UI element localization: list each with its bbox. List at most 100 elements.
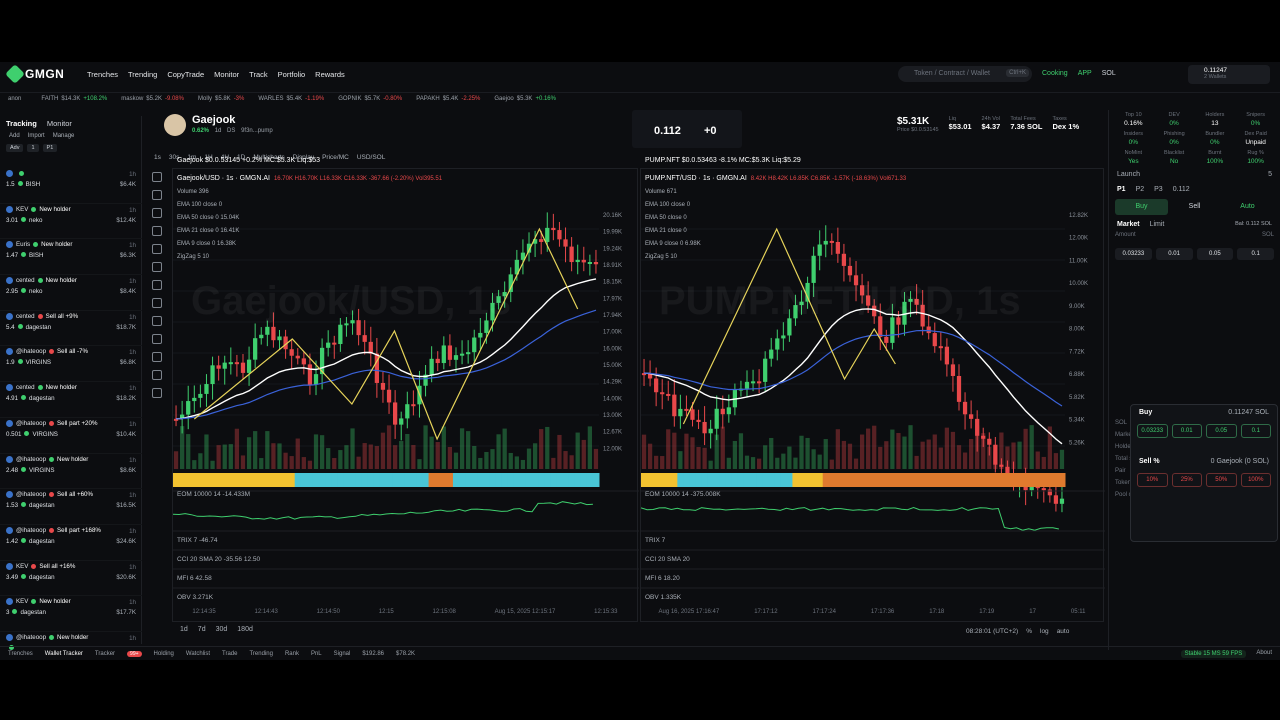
chain-selector[interactable]: SOL <box>1102 70 1116 77</box>
smile-icon[interactable] <box>152 280 162 290</box>
search-input[interactable]: Token / Contract / Wallet Ctrl+K <box>898 66 1032 82</box>
quick-amount-button[interactable]: 0.01 <box>1155 248 1193 260</box>
feed-token[interactable]: VIRGINS <box>26 359 51 366</box>
buy-tab[interactable]: Buy <box>1115 199 1168 215</box>
feed-item[interactable]: 1h 1.5 BISH $6.4K <box>0 168 142 204</box>
feed-item[interactable]: KEV New holder 1h 3 dagestan $17.7K <box>0 596 142 632</box>
feed-item[interactable]: KEV Sell all +16% 1h 3.49 dagestan $20.6K <box>0 561 142 597</box>
popup-sell-percent-button[interactable]: 50% <box>1206 473 1237 487</box>
feed-token[interactable]: BISH <box>26 181 40 188</box>
quick-amount-button[interactable]: 0.1 <box>1237 248 1274 260</box>
chart-pumpnft[interactable]: 12.82K 12.00K 11.00K 10.00K 9.00K 8.00K 7.72K 6… <box>640 157 1105 622</box>
brush-icon[interactable] <box>152 244 162 254</box>
feed-item[interactable]: @ihateoop Sell all +60% 1h 1.53 dagestan $16.… <box>0 489 142 525</box>
feed-item[interactable]: Euris New holder 1h 1.47 BISH $6.3K <box>0 239 142 276</box>
bottom-signal[interactable]: Signal <box>334 651 351 657</box>
sell-tab[interactable]: Sell <box>1168 199 1221 215</box>
fib-icon[interactable] <box>152 208 162 218</box>
tab-tracking[interactable]: Tracking <box>6 119 37 128</box>
ticker-item[interactable]: Molly $5.8K -3% <box>198 96 244 102</box>
feed-token[interactable]: neko <box>29 288 42 295</box>
bottom-trade[interactable]: Trade <box>222 651 237 657</box>
boost-widget[interactable]: 0.112 +0 <box>632 110 742 148</box>
bottom-holding[interactable]: Holding <box>154 651 174 657</box>
gmgn-logo[interactable]: GMGN <box>5 64 64 84</box>
about-link[interactable]: About <box>1256 650 1272 658</box>
popup-buy-amount-button[interactable]: 0.01 <box>1171 424 1202 438</box>
ticker-item[interactable]: FAITH $14.3K +108.2% <box>41 96 107 102</box>
quick-amount-button[interactable]: 0.03233 <box>1115 248 1152 260</box>
popup-buy-amount-button[interactable]: 0.1 <box>1240 424 1271 438</box>
ticker-item[interactable]: maskow $5.2K -9.08% <box>121 96 184 102</box>
feed-token[interactable]: dagestan <box>29 502 54 509</box>
popup-sell-percent-button[interactable]: 10% <box>1137 473 1168 487</box>
ticker-item[interactable]: GOPNIK $5.7K -0.80% <box>338 96 402 102</box>
bottom-wallet-tracker[interactable]: Wallet Tracker <box>45 651 83 657</box>
feed-token[interactable]: VIRGINS <box>29 467 54 474</box>
feed-token[interactable]: dagestan <box>20 609 45 616</box>
popup-sell-percent-button[interactable]: 100% <box>1240 473 1271 487</box>
bottom-watchlist[interactable]: Watchlist <box>186 651 210 657</box>
feed-token[interactable]: dagestan <box>26 324 51 331</box>
feed-token[interactable]: VIRGINS <box>32 431 57 438</box>
preset-p3[interactable]: P3 <box>1154 186 1163 193</box>
cooking-link[interactable]: Cooking <box>1042 70 1068 77</box>
range-1d[interactable]: 1d <box>180 626 188 633</box>
feed-token[interactable]: neko <box>29 217 42 224</box>
chart-tool-1s[interactable]: 1s <box>154 154 161 161</box>
feed-item[interactable]: cented New holder 1h 2.95 neko $8.4K <box>0 275 142 311</box>
feed-token[interactable]: dagestan <box>29 538 54 545</box>
log-toggle[interactable]: log <box>1040 628 1049 635</box>
bottom-rank[interactable]: Rank <box>285 651 299 657</box>
feed-item[interactable]: cented New holder 1h 4.91 dagestan $18.2K <box>0 382 142 418</box>
chart-tool-price-mc[interactable]: Price/MC <box>322 154 349 161</box>
add-button[interactable]: Add <box>9 133 20 139</box>
nav-portfolio[interactable]: Portfolio <box>278 70 306 79</box>
manage-button[interactable]: Manage <box>53 133 75 139</box>
ticker-item[interactable]: WARLES $5.4K -1.19% <box>258 96 324 102</box>
import-button[interactable]: Import <box>28 133 45 139</box>
adv-filter-button[interactable]: Adv <box>6 144 24 152</box>
bottom-tracker[interactable]: Tracker <box>95 651 115 657</box>
range-7d[interactable]: 7d <box>198 626 206 633</box>
bottom-trenches[interactable]: Trenches <box>8 651 33 657</box>
ruler-icon[interactable] <box>152 298 162 308</box>
preset-p2[interactable]: P2 <box>1136 186 1145 193</box>
nav-track[interactable]: Track <box>249 70 267 79</box>
bottom-pnl[interactable]: PnL <box>311 651 322 657</box>
quick-amount-button[interactable]: 0.05 <box>1196 248 1234 260</box>
chart-a-canvas[interactable]: 20.16K 19.99K 19.24K 18.91K 18.15K 17.97K 17.9… <box>173 169 639 623</box>
ticker-item[interactable]: Gaejoo $5.3K +0.16% <box>494 96 556 102</box>
wallet-button[interactable]: 0.11247 2 Wallets <box>1188 65 1270 84</box>
bottom-trending[interactable]: Trending <box>249 651 272 657</box>
feed-item[interactable]: @ihateoop New holder 1h 2.48 VIRGINS $8.6K <box>0 454 142 490</box>
popup-sell-percent-button[interactable]: 25% <box>1171 473 1202 487</box>
amount-filter[interactable]: 1 <box>27 144 39 152</box>
pattern-icon[interactable] <box>152 226 162 236</box>
trash-icon[interactable] <box>152 388 162 398</box>
magnet-icon[interactable] <box>152 334 162 344</box>
feed-item[interactable]: @ihateoop Sell part +168% 1h 1.42 dagestan $2… <box>0 525 142 561</box>
amount-field[interactable]: Amount SOL <box>1115 232 1274 244</box>
app-link[interactable]: APP <box>1078 70 1092 77</box>
popup-buy-amount-button[interactable]: 0.03233 <box>1137 424 1168 438</box>
ticker-item[interactable]: anon <box>8 96 27 102</box>
nav-trending[interactable]: Trending <box>128 70 157 79</box>
nav-monitor[interactable]: Monitor <box>214 70 239 79</box>
popup-buy-amount-button[interactable]: 0.05 <box>1206 424 1237 438</box>
chart-tool-usd-sol[interactable]: USD/SOL <box>357 154 386 161</box>
feed-item[interactable]: @ihateoop Sell all -7% 1h 1.9 VIRGINS $6.8K <box>0 346 142 383</box>
feed-item[interactable]: @ihateoop Sell part +20% 1h 0.501 VIRGINS $10… <box>0 418 142 454</box>
preset-p1[interactable]: P1 <box>1117 186 1126 193</box>
feed-token[interactable]: dagestan <box>29 574 54 581</box>
preset-filter[interactable]: P1 <box>42 144 58 152</box>
nav-rewards[interactable]: Rewards <box>315 70 345 79</box>
token-address[interactable]: 9f3n...pump <box>241 128 273 134</box>
nav-trenches[interactable]: Trenches <box>87 70 118 79</box>
trendline-icon[interactable] <box>152 190 162 200</box>
ticker-item[interactable]: PAPAKH $5.4K -2.25% <box>416 96 480 102</box>
range-180d[interactable]: 180d <box>237 626 253 633</box>
lock-icon[interactable] <box>152 352 162 362</box>
auto-toggle[interactable]: auto <box>1057 628 1070 635</box>
eye-icon[interactable] <box>152 370 162 380</box>
